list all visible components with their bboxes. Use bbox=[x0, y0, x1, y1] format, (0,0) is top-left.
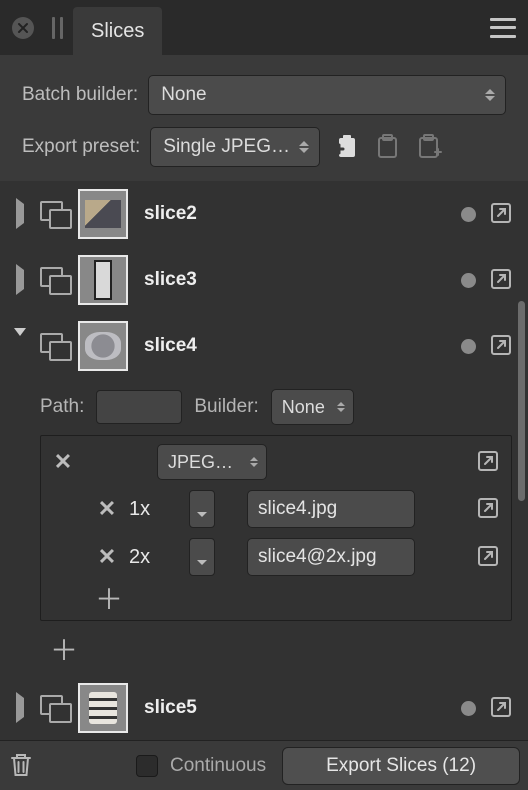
continuous-label: Continuous bbox=[170, 755, 266, 777]
batch-builder-label: Batch builder: bbox=[22, 84, 138, 106]
export-button-label: Export Slices (12) bbox=[326, 755, 476, 777]
visibility-toggle[interactable] bbox=[461, 339, 476, 354]
format-box: ✕ JPEG… ✕ 1x bbox=[40, 435, 512, 621]
remove-size-button[interactable]: ✕ bbox=[95, 497, 119, 521]
disclosure-toggle[interactable] bbox=[8, 202, 32, 226]
format-value: JPEG… bbox=[168, 452, 233, 473]
tab-slices[interactable]: Slices bbox=[73, 7, 162, 55]
slice-list: slice2 slice3 slice4 bbox=[0, 181, 528, 740]
disclosure-toggle[interactable] bbox=[8, 334, 32, 358]
formats-icon[interactable] bbox=[40, 267, 70, 293]
slice-row[interactable]: slice5 bbox=[0, 675, 528, 740]
continuous-checkbox[interactable] bbox=[136, 755, 158, 777]
disclosure-toggle[interactable] bbox=[8, 696, 32, 720]
add-size-button[interactable]: ＋ bbox=[95, 584, 123, 612]
slice-expand-panel: Path: Builder: None ✕ JPEG… bbox=[0, 379, 528, 675]
remove-format-button[interactable]: ✕ bbox=[51, 450, 75, 474]
tab-label: Slices bbox=[91, 20, 144, 43]
visibility-toggle[interactable] bbox=[461, 273, 476, 288]
open-external-button[interactable] bbox=[490, 202, 514, 226]
format-select[interactable]: JPEG… bbox=[157, 444, 267, 480]
slice-thumbnail bbox=[78, 189, 128, 239]
formats-icon[interactable] bbox=[40, 333, 70, 359]
size-row: ✕ 1x slice4.jpg bbox=[51, 490, 501, 528]
open-external-button[interactable] bbox=[490, 696, 514, 720]
slice-thumbnail bbox=[78, 255, 128, 305]
slice-name: slice5 bbox=[144, 697, 197, 719]
panel-menu-button[interactable] bbox=[490, 18, 516, 38]
slice-name: slice3 bbox=[144, 269, 197, 291]
scrollbar-thumb[interactable] bbox=[518, 301, 525, 501]
formats-icon[interactable] bbox=[40, 695, 70, 721]
batch-builder-value: None bbox=[161, 84, 206, 106]
export-preset-row: Export preset: Single JPEG… bbox=[0, 121, 528, 173]
add-format-button[interactable]: ＋ bbox=[50, 635, 78, 663]
panel-body: Batch builder: None Export preset: Singl… bbox=[0, 55, 528, 740]
slice-row[interactable]: slice2 bbox=[0, 181, 528, 247]
open-external-button[interactable] bbox=[477, 497, 501, 521]
slice-thumbnail bbox=[78, 321, 128, 371]
filename-value: slice4@2x.jpg bbox=[258, 546, 377, 568]
batch-builder-select[interactable]: None bbox=[148, 75, 506, 115]
open-external-button[interactable] bbox=[477, 545, 501, 569]
scale-select[interactable] bbox=[189, 538, 215, 576]
filename-value: slice4.jpg bbox=[258, 498, 337, 520]
slice-row[interactable]: slice4 bbox=[0, 313, 528, 379]
window-close-button[interactable] bbox=[12, 17, 34, 39]
export-preset-label: Export preset: bbox=[22, 136, 140, 158]
scale-select[interactable] bbox=[189, 490, 215, 528]
disclosure-toggle[interactable] bbox=[8, 268, 32, 292]
footer: Continuous Export Slices (12) bbox=[0, 740, 528, 790]
open-external-button[interactable] bbox=[477, 450, 501, 474]
export-slices-button[interactable]: Export Slices (12) bbox=[282, 747, 520, 785]
delete-button[interactable] bbox=[8, 751, 38, 781]
paste-preset-button[interactable] bbox=[414, 131, 446, 163]
export-preset-value: Single JPEG… bbox=[163, 136, 290, 158]
visibility-toggle[interactable] bbox=[461, 207, 476, 222]
scale-label: 1x bbox=[129, 498, 179, 521]
export-preset-select[interactable]: Single JPEG… bbox=[150, 127, 320, 167]
filename-input[interactable]: slice4.jpg bbox=[247, 490, 415, 528]
batch-builder-row: Batch builder: None bbox=[0, 69, 528, 121]
open-external-button[interactable] bbox=[490, 334, 514, 358]
scale-label: 2x bbox=[129, 546, 179, 569]
filename-input[interactable]: slice4@2x.jpg bbox=[247, 538, 415, 576]
slice-name: slice2 bbox=[144, 203, 197, 225]
slice-row[interactable]: slice3 bbox=[0, 247, 528, 313]
path-label: Path: bbox=[40, 396, 84, 418]
builder-select[interactable]: None bbox=[271, 389, 354, 425]
formats-icon[interactable] bbox=[40, 201, 70, 227]
remove-size-button[interactable]: ✕ bbox=[95, 545, 119, 569]
visibility-toggle[interactable] bbox=[461, 701, 476, 716]
path-input[interactable] bbox=[96, 390, 182, 424]
builder-value: None bbox=[282, 397, 325, 418]
window-pause-icon bbox=[52, 17, 63, 39]
titlebar: Slices bbox=[0, 0, 528, 55]
add-preset-button[interactable] bbox=[330, 131, 362, 163]
size-row: ✕ 2x slice4@2x.jpg bbox=[51, 538, 501, 576]
open-external-button[interactable] bbox=[490, 268, 514, 292]
slice-name: slice4 bbox=[144, 335, 197, 357]
slice-thumbnail bbox=[78, 683, 128, 733]
builder-label: Builder: bbox=[194, 396, 258, 418]
copy-preset-button[interactable] bbox=[372, 131, 404, 163]
